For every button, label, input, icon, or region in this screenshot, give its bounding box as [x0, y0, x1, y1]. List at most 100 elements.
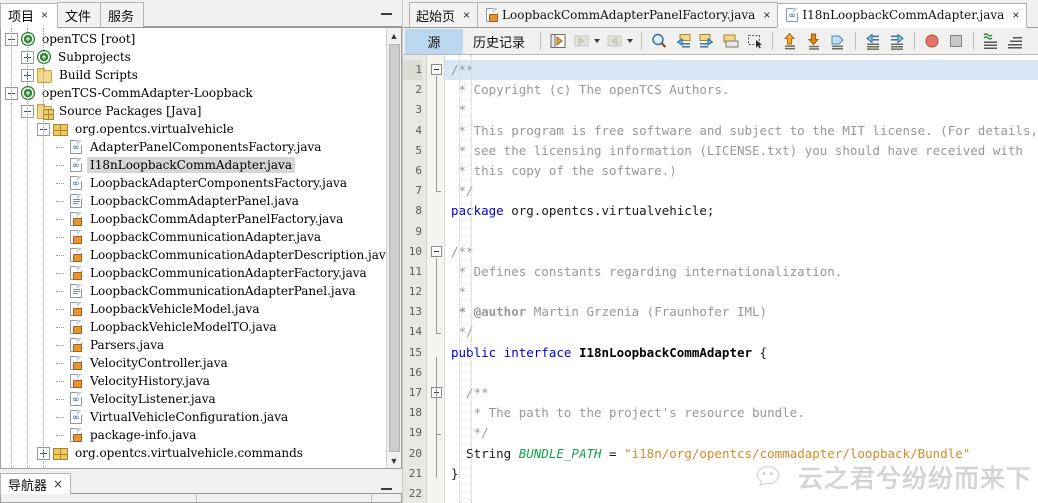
tree-item-label: LoopbackCommAdapterPanelFactory.java: [90, 212, 344, 226]
tab-projects-label: 项目: [8, 9, 35, 25]
shift-line-left-icon[interactable]: [863, 31, 883, 51]
line-number: 11: [408, 264, 422, 278]
scrollbar-thumb[interactable]: [388, 44, 400, 452]
next-error-icon[interactable]: [804, 31, 824, 51]
project-tree-scrollbar[interactable]: ▲ ▼: [386, 28, 401, 468]
tree-item-label: LoopbackCommunicationAdapterPanel.java: [90, 284, 356, 298]
tree-item[interactable]: VelocityController.java: [1, 354, 386, 372]
tree-item[interactable]: LoopbackVehicleModelTO.java: [1, 318, 386, 336]
next-bookmark-icon[interactable]: [697, 31, 717, 51]
close-icon[interactable]: ×: [463, 8, 470, 22]
toggle-highlight-icon[interactable]: [548, 31, 568, 51]
code-fold-gutter[interactable]: [427, 55, 445, 503]
editor-tab-i18n-loopback-comm-adapter[interactable]: I18nLoopbackCommAdapter.java ×: [777, 3, 1028, 28]
line-number: 17: [408, 386, 422, 399]
tree-item[interactable]: Subprojects: [1, 48, 386, 66]
previous-bookmark-icon[interactable]: [673, 31, 693, 51]
java-class-icon: [70, 338, 82, 352]
chevron-down-icon[interactable]: [627, 39, 634, 43]
tree-leaf-connector: [53, 393, 68, 406]
tree-item[interactable]: LoopbackVehicleModel.java: [1, 300, 386, 318]
find-selection-icon[interactable]: [649, 31, 669, 51]
last-edit-forward-icon[interactable]: [605, 31, 625, 51]
tree-item[interactable]: LoopbackCommunicationAdapterDescription.…: [1, 246, 386, 264]
editor-tab-loopback-comm-adapter-panel-factory[interactable]: LoopbackCommAdapterPanelFactory.java ×: [477, 2, 779, 27]
tree-item[interactable]: Source Packages [Java]: [1, 102, 386, 120]
toggle-rectangular-selection-icon[interactable]: [745, 31, 765, 51]
chevron-down-icon[interactable]: [594, 39, 601, 43]
code-text[interactable]: /** * Copyright (c) The openTCS Authors.…: [445, 55, 1038, 503]
toggle-breakpoint-icon[interactable]: [828, 31, 848, 51]
code-fold-line: [436, 257, 437, 333]
code-token-comment: * Copyright (c) The openTCS Authors.: [451, 82, 730, 98]
tree-item[interactable]: LoopbackCommunicationAdapterFactory.java: [1, 264, 386, 282]
code-line: * see the licensing information (LICENSE…: [445, 141, 1038, 161]
ide-window: 项目 × 文件 服务 openTCS [root] Subprojects Buil…: [0, 0, 1038, 503]
tree-item[interactable]: openTCS [root]: [1, 30, 386, 48]
tree-item-label: VirtualVehicleConfiguration.java: [90, 410, 289, 424]
project-tree[interactable]: openTCS [root] Subprojects Build Scripts op…: [1, 28, 386, 468]
tab-navigator[interactable]: 导航器 ×: [0, 473, 72, 494]
tree-item-label: LoopbackVehicleModelTO.java: [90, 320, 277, 334]
uncomment-icon[interactable]: [1005, 31, 1025, 51]
code-token-comment: Martin Grzenia (Fraunhofer IML): [526, 304, 768, 320]
shift-line-right-icon[interactable]: [887, 31, 907, 51]
code-line: * The path to the project's resource bun…: [445, 403, 1038, 423]
tree-item[interactable]: LoopbackAdapterComponentsFactory.java: [1, 174, 386, 192]
tab-projects[interactable]: 项目 ×: [0, 3, 59, 28]
comment-icon[interactable]: [981, 31, 1001, 51]
code-indent-guide: [471, 55, 472, 503]
close-icon[interactable]: ×: [41, 9, 48, 21]
tree-leaf-connector: [53, 303, 68, 316]
line-number: 13: [408, 305, 422, 319]
tree-item[interactable]: org.opentcs.virtualvehicle: [1, 120, 386, 138]
view-tab-source[interactable]: 源: [405, 28, 463, 54]
line-number: 6: [415, 163, 422, 177]
editor-tab-start-page[interactable]: 起始页 ×: [409, 2, 479, 27]
code-token-comment: * Defines constants regarding internatio…: [451, 263, 843, 279]
scroll-up-icon[interactable]: ▲: [386, 28, 401, 43]
tree-item[interactable]: VirtualVehicleConfiguration.java: [1, 408, 386, 426]
java-form-icon: [70, 284, 82, 298]
navigator-panel: 导航器 ×: [0, 469, 402, 503]
code-token-plain: String: [451, 445, 519, 461]
editor-tab-i18n-loopback-comm-adapter-label: I18nLoopbackCommAdapter.java: [802, 8, 1005, 22]
tree-item[interactable]: VelocityHistory.java: [1, 372, 386, 390]
tree-item[interactable]: LoopbackCommunicationAdapterPanel.java: [1, 282, 386, 300]
code-fold-toggle-icon[interactable]: [431, 64, 442, 75]
tree-item[interactable]: Parsers.java: [1, 336, 386, 354]
toggle-bookmark-icon[interactable]: [721, 31, 741, 51]
line-number: 12: [408, 285, 422, 299]
tree-item[interactable]: LoopbackCommunicationAdapter.java: [1, 228, 386, 246]
tree-item[interactable]: Build Scripts: [1, 66, 386, 84]
scrollbar-track[interactable]: [386, 43, 401, 453]
tree-item[interactable]: VelocityListener.java: [1, 390, 386, 408]
code-fold-toggle-icon[interactable]: [431, 245, 442, 257]
last-edit-back-icon[interactable]: [572, 31, 592, 51]
tree-item[interactable]: org.opentcs.virtualvehicle.commands: [1, 444, 386, 462]
close-icon[interactable]: ×: [1012, 8, 1019, 22]
close-icon[interactable]: ×: [53, 477, 63, 491]
scroll-down-icon[interactable]: ▼: [386, 453, 401, 468]
editor-toolbar: 源 历史记录: [403, 28, 1038, 55]
tree-item[interactable]: AdapterPanelComponentsFactory.java: [1, 138, 386, 156]
tree-item-label: Build Scripts: [59, 68, 138, 82]
package-icon: [53, 448, 68, 460]
tree-item[interactable]: LoopbackCommAdapterPanel.java: [1, 192, 386, 210]
toggle-breakpoint-dot-icon[interactable]: [922, 31, 942, 51]
minimize-window-icon[interactable]: [378, 6, 394, 22]
minimize-navigator-icon[interactable]: [378, 481, 394, 497]
code-line: /**: [445, 60, 1038, 81]
tree-item[interactable]: I18nLoopbackCommAdapter.java: [1, 156, 386, 174]
stop-icon[interactable]: [946, 31, 966, 51]
previous-error-icon[interactable]: [780, 31, 800, 51]
code-editor[interactable]: 1 2 3 4 5 6 7 8 9 10 11 12 13 14 15 16 17 18 19 20 21 22 /** …: [403, 55, 1038, 503]
tree-item[interactable]: LoopbackCommAdapterPanelFactory.java: [1, 210, 386, 228]
tab-files[interactable]: 文件: [57, 2, 102, 27]
tab-services[interactable]: 服务: [100, 2, 145, 27]
tree-item[interactable]: package-info.java: [1, 426, 386, 444]
tree-item[interactable]: openTCS-CommAdapter-Loopback: [1, 84, 386, 102]
view-tab-history[interactable]: 历史记录: [463, 29, 535, 54]
close-icon[interactable]: ×: [763, 8, 770, 22]
toolbar-separator: [855, 32, 857, 50]
